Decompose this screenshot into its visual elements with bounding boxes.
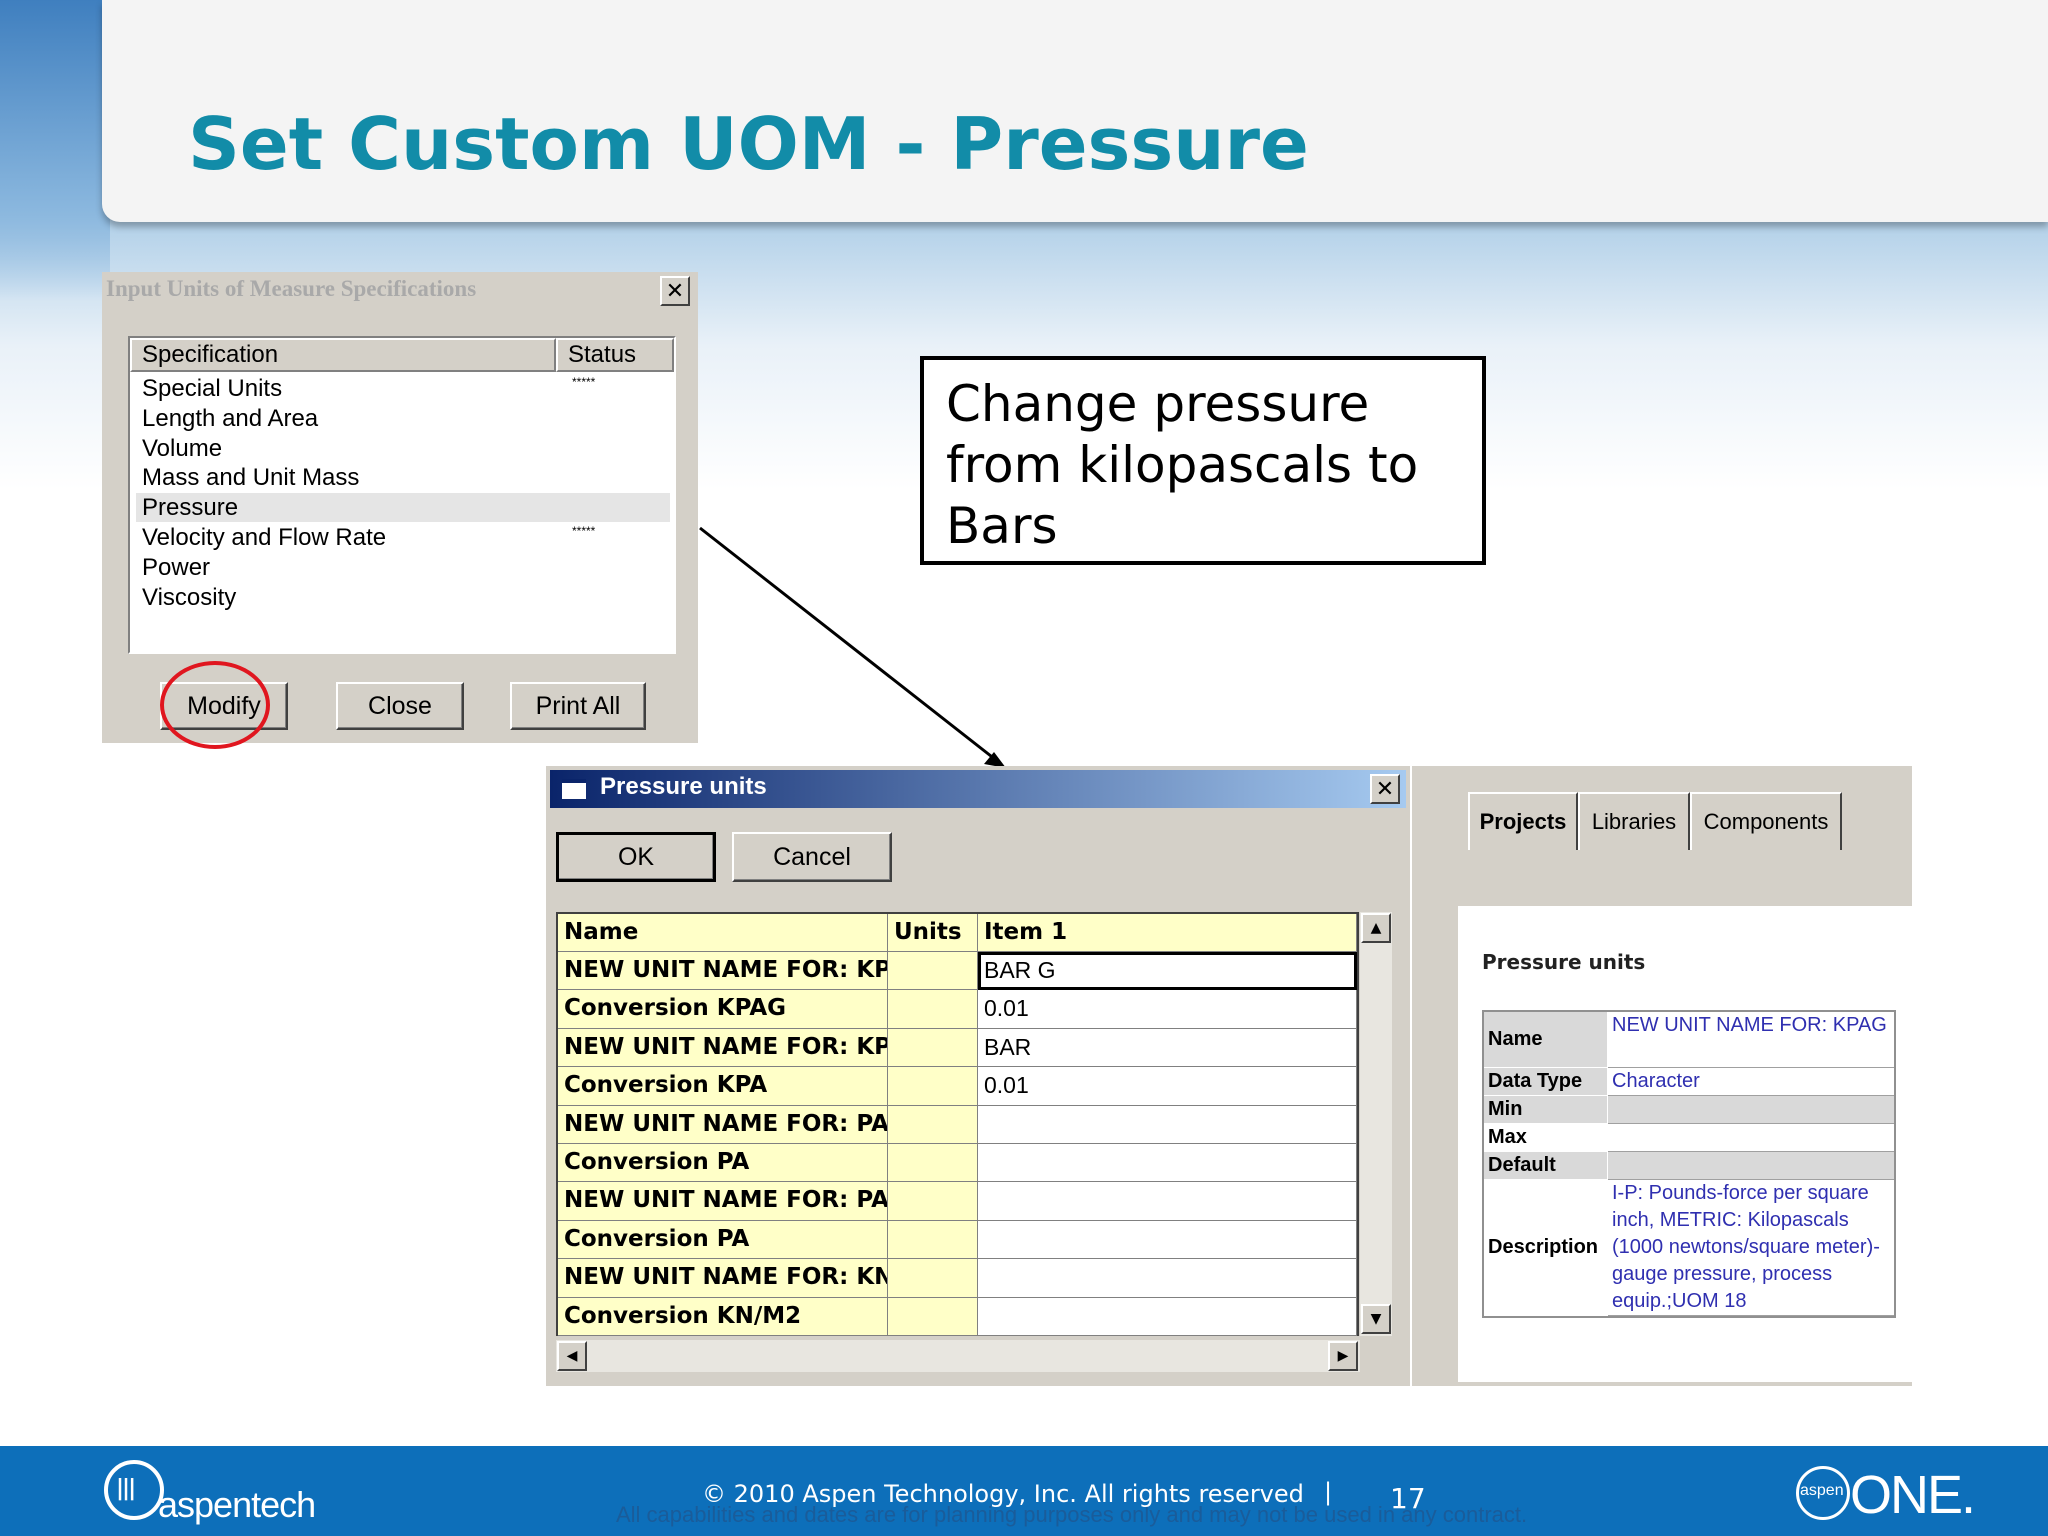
aspenone-logo: aspen ONE. [1796,1464,1976,1525]
prop-label-default: Default [1484,1152,1608,1180]
column-header-item1[interactable]: Item 1 [978,914,1357,952]
pressure-units-dialog: Pressure units ✕ OK Cancel Name Units It… [546,766,1410,1386]
grid-cell-units[interactable] [888,1144,978,1183]
callout-box: Change pressure from kilopascals to Bars [920,356,1486,565]
units-grid: Name Units Item 1 NEW UNIT NAME FOR: KPA… [556,912,1359,1336]
properties-table: Name NEW UNIT NAME FOR: KPAG Data Type Cha… [1482,1010,1896,1318]
page-number: 17 [1390,1482,1426,1515]
prop-value-description: I-P: Pounds-force per square inch, METRI… [1608,1180,1894,1316]
prop-label-type: Data Type [1484,1068,1608,1096]
grid-cell-name[interactable]: Conversion PA [558,1144,888,1183]
column-header-name[interactable]: Name [558,914,888,952]
callout-text: Change pressure from kilopascals to Bars [946,375,1419,555]
grid-cell-item1[interactable] [978,1297,1357,1336]
grid-cell-units[interactable] [888,1067,978,1106]
logo-bars-icon: ||| [116,1476,136,1501]
properties-heading: Pressure units [1482,950,1646,974]
grid-cell-name[interactable]: NEW UNIT NAME FOR: PA [558,1105,888,1144]
ok-button[interactable]: OK [556,832,716,882]
copyright-text: © 2010 Aspen Technology, Inc. All rights… [702,1480,1304,1508]
prop-value-min [1608,1096,1894,1124]
grid-cell-item1[interactable]: BAR [978,1028,1357,1068]
grid-cell-name[interactable]: NEW UNIT NAME FOR: PA [558,1182,888,1221]
window-icon [562,779,586,799]
grid-cell-name[interactable]: Conversion PA [558,1220,888,1260]
column-header-units[interactable]: Units [888,914,978,952]
grid-cell-name[interactable]: NEW UNIT NAME FOR: KPA [558,1028,888,1068]
close-icon[interactable]: ✕ [1370,774,1400,804]
grid-cell-item1[interactable]: 0.01 [978,1067,1357,1106]
prop-value-type: Character [1608,1068,1894,1096]
prop-value-max [1608,1124,1894,1152]
footer-separator: | [1324,1478,1333,1506]
horizontal-scrollbar[interactable]: ◀ ▶ [556,1340,1360,1372]
prop-label-min: Min [1484,1096,1608,1124]
footer-bar: ||| aspentech All capabilities and dates… [0,1446,2048,1536]
aspentech-logo-text: aspentech [158,1484,316,1525]
prop-label-max: Max [1484,1124,1608,1152]
grid-cell-name[interactable]: NEW UNIT NAME FOR: KN/M2 [558,1259,888,1298]
aspenone-logo-small: aspen [1800,1482,1844,1499]
scroll-left-icon[interactable]: ◀ [557,1341,587,1371]
grid-cell-units[interactable] [888,1105,978,1144]
properties-pane: Pressure units Name NEW UNIT NAME FOR: KP… [1458,906,1912,1382]
prop-value-default [1608,1152,1894,1180]
grid-cell-name[interactable]: Conversion KPA [558,1067,888,1106]
grid-cell-item1[interactable] [978,1105,1357,1144]
grid-cell-item1[interactable]: 0.01 [978,990,1357,1029]
grid-cell-units[interactable] [888,952,978,991]
grid-cell-units[interactable] [888,1182,978,1221]
grid-cell-item1[interactable] [978,1182,1357,1221]
grid-cell-units[interactable] [888,1297,978,1336]
cancel-button[interactable]: Cancel [732,832,892,882]
dialog-title: Pressure units [600,773,767,800]
grid-cell-units[interactable] [888,990,978,1029]
grid-cell-name[interactable]: Conversion KPAG [558,990,888,1029]
grid-cell-units[interactable] [888,1259,978,1298]
aspenone-logo-big: ONE. [1850,1465,1976,1525]
prop-label-name: Name [1484,1012,1608,1068]
grid-cell-item1[interactable] [978,1259,1357,1298]
vertical-scrollbar[interactable]: ▲ ▼ [1360,912,1392,1336]
grid-cell-units[interactable] [888,1028,978,1068]
grid-cell-units[interactable] [888,1220,978,1260]
prop-label-description: Description [1484,1180,1608,1316]
grid-cell-item1[interactable] [978,1220,1357,1260]
grid-cell-item1[interactable]: BAR G [978,952,1357,991]
tab-libraries[interactable]: Libraries [1578,792,1690,850]
scroll-right-icon[interactable]: ▶ [1328,1341,1358,1371]
grid-cell-name[interactable]: NEW UNIT NAME FOR: KPAG [558,952,888,991]
scroll-down-icon[interactable]: ▼ [1361,1304,1391,1334]
titlebar: Pressure units [550,770,1406,808]
scroll-up-icon[interactable]: ▲ [1361,913,1391,943]
tab-components[interactable]: Components [1690,792,1842,850]
tab-projects[interactable]: Projects [1468,792,1578,850]
grid-cell-name[interactable]: Conversion KN/M2 [558,1297,888,1336]
prop-value-name: NEW UNIT NAME FOR: KPAG [1608,1012,1894,1068]
grid-cell-item1[interactable] [978,1144,1357,1183]
explorer-panel: Projects Libraries Components Pressure u… [1412,766,1912,1386]
